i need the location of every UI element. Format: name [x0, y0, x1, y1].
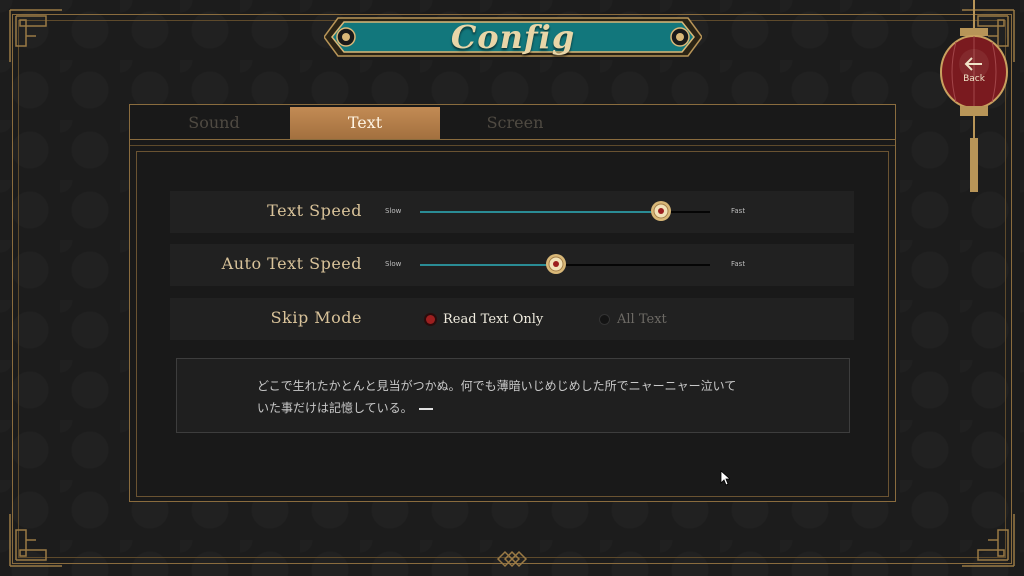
radio-selected-icon: [426, 315, 435, 324]
tab-sound[interactable]: Sound: [138, 107, 290, 139]
page-title: Config: [450, 18, 576, 56]
auto-text-speed-slow-label: Slow: [385, 260, 402, 268]
text-preview-box: どこで生れたかとんと見当がつかぬ。何でも薄暗いじめじめした所でニャーニャー泣いて…: [176, 358, 850, 433]
preview-line-2-wrap: いた事だけは記憶している。: [257, 397, 777, 419]
text-speed-label: Text Speed: [267, 201, 362, 220]
auto-text-speed-slider[interactable]: [420, 254, 710, 274]
text-speed-slow-label: Slow: [385, 207, 402, 215]
tab-divider: [130, 139, 895, 140]
tab-text[interactable]: Text: [290, 107, 440, 139]
text-speed-fill: [420, 211, 661, 213]
title-plate: Config: [324, 10, 702, 64]
row-auto-text-speed: Auto Text Speed Slow Fast: [170, 244, 854, 286]
text-caret-icon: [418, 407, 433, 410]
auto-text-speed-fast-label: Fast: [731, 260, 746, 268]
text-preview: どこで生れたかとんと見当がつかぬ。何でも薄暗いじめじめした所でニャーニャー泣いて…: [257, 375, 777, 419]
skip-all-text-radio[interactable]: All Text: [600, 312, 667, 327]
corner-ornament-bottom-left: [6, 510, 66, 570]
mouse-cursor-icon: [720, 470, 730, 486]
skip-read-text-only-label: Read Text Only: [443, 312, 544, 327]
tab-screen[interactable]: Screen: [440, 107, 590, 139]
lantern-icon: [940, 0, 1008, 192]
text-speed-fast-label: Fast: [731, 207, 746, 215]
tab-divider-inner: [130, 145, 895, 146]
corner-ornament-top-left: [6, 6, 66, 66]
settings-panel: Sound Text Screen Text Speed Slow Fast A…: [129, 104, 896, 502]
text-speed-knob[interactable]: [650, 200, 672, 222]
bottom-ornament-icon: [496, 550, 528, 568]
row-text-speed: Text Speed Slow Fast: [170, 191, 854, 233]
text-speed-slider[interactable]: [420, 201, 710, 221]
skip-all-text-label: All Text: [617, 312, 667, 327]
back-button[interactable]: Back: [938, 0, 1010, 196]
preview-line-1: どこで生れたかとんと見当がつかぬ。何でも薄暗いじめじめした所でニャーニャー泣いて: [257, 379, 737, 393]
corner-ornament-bottom-right: [958, 510, 1018, 570]
skip-mode-label: Skip Mode: [270, 308, 362, 327]
preview-line-2: いた事だけは記憶している。: [257, 401, 413, 415]
auto-text-speed-label: Auto Text Speed: [221, 254, 362, 273]
radio-unselected-icon: [600, 315, 609, 324]
auto-text-speed-knob[interactable]: [545, 253, 567, 275]
back-label: Back: [963, 74, 985, 84]
tab-bar: Sound Text Screen: [138, 107, 718, 139]
auto-text-speed-fill: [420, 264, 557, 266]
row-skip-mode: Skip Mode Read Text Only All Text: [170, 298, 854, 340]
skip-read-text-only-radio[interactable]: Read Text Only: [426, 312, 543, 327]
